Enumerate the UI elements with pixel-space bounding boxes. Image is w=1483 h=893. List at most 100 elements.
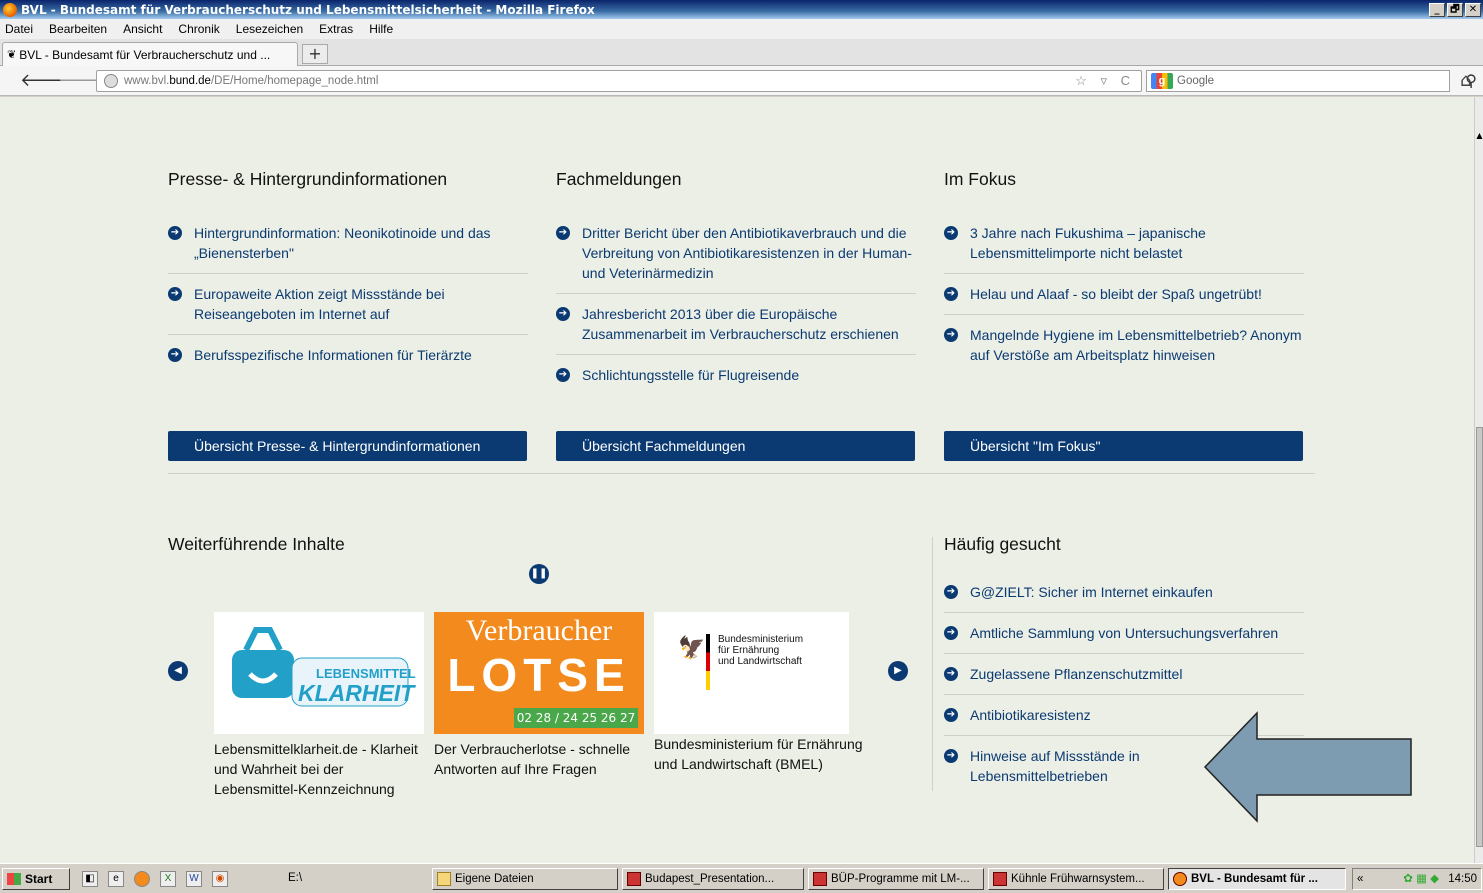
taskbar-budapest[interactable]: Budapest_Presentation... bbox=[622, 868, 804, 890]
menu-ansicht[interactable]: Ansicht bbox=[115, 22, 170, 36]
menu-lesezeichen[interactable]: Lesezeichen bbox=[228, 22, 311, 36]
column-title-fachmeldungen: Fachmeldungen bbox=[556, 169, 682, 189]
list-item[interactable]: ➔ Hintergrundinformation: Neonikotinoide … bbox=[168, 223, 528, 274]
taskbar-drive-e[interactable]: E:\ bbox=[258, 868, 430, 890]
start-button[interactable]: Start bbox=[2, 868, 70, 890]
list-presse: ➔ Hintergrundinformation: Neonikotinoide … bbox=[168, 223, 528, 385]
arrow-circle-icon: ➔ bbox=[944, 585, 958, 599]
minimize-button[interactable]: _ bbox=[1429, 2, 1445, 17]
navigation-bar: 🡐 🡒 www.bvl. bund.de/DE/Home/homepage_nod… bbox=[0, 66, 1483, 96]
favicon-eagle-icon: ❦ bbox=[7, 49, 17, 61]
window-title: BVL - Bundesamt für Verbraucherschutz un… bbox=[21, 2, 595, 17]
uebersicht-fachmeldungen-button[interactable]: Übersicht Fachmeldungen bbox=[556, 431, 915, 461]
maximize-button[interactable]: 🗗 bbox=[1447, 2, 1463, 17]
list-im-fokus: ➔ 3 Jahre nach Fukushima – japanische Leb… bbox=[944, 223, 1304, 385]
verbraucher-logo-text: Verbraucher bbox=[465, 614, 613, 647]
bmel-logo-text: Bundesministerium für Ernährung und Land… bbox=[718, 634, 804, 667]
teaser-bmel-image[interactable]: 🦅 Bundesministerium für Ernährung und La… bbox=[654, 612, 849, 734]
tab-label: BVL - Bundesamt für Verbraucherschutz un… bbox=[19, 47, 271, 62]
menu-extras[interactable]: Extras bbox=[311, 22, 361, 36]
uebersicht-presse-button[interactable]: Übersicht Presse- & Hintergrundinformati… bbox=[168, 431, 527, 461]
list-item[interactable]: ➔ Jahresbericht 2013 über die Europäische… bbox=[556, 304, 916, 355]
url-host: bund.de bbox=[169, 75, 211, 87]
phone-number-badge: 02 28 / 24 25 26 27 bbox=[514, 708, 638, 728]
scroll-up-icon[interactable]: ▲ bbox=[1475, 131, 1483, 140]
pdf-icon bbox=[813, 872, 827, 886]
german-flag-stripe bbox=[706, 634, 710, 690]
teaser-caption-verbraucherlotse[interactable]: Der Verbraucherlotse - schnelle Antworte… bbox=[434, 739, 644, 779]
quicklaunch-firefox-icon[interactable] bbox=[134, 871, 150, 887]
list-item[interactable]: ➔ Europaweite Aktion zeigt Missstände bei… bbox=[168, 284, 528, 335]
teaser-lebensmittelklarheit-image[interactable]: LEBENSMITTEL KLARHEIT bbox=[214, 612, 424, 734]
federal-eagle-icon: 🦅 bbox=[678, 636, 706, 661]
teaser-caption-lebensmittelklarheit[interactable]: Lebensmittelklarheit.de - Klarheit und W… bbox=[214, 739, 424, 799]
list-item[interactable]: ➔ Zugelassene Pflanzenschutzmittel bbox=[944, 664, 1304, 695]
klarheit-logo-text: KLARHEIT bbox=[298, 680, 415, 706]
teaser-caption-bmel[interactable]: Bundesministerium für Ernährung und Land… bbox=[654, 734, 864, 774]
globe-icon bbox=[104, 74, 118, 88]
scrollbar-thumb[interactable] bbox=[1476, 427, 1483, 847]
tray-icons[interactable]: ✿ ▦ ◆ bbox=[1403, 873, 1439, 885]
arrow-circle-icon: ➔ bbox=[168, 287, 182, 301]
taskbar-kuehnle[interactable]: Kühnle Frühwarnsystem... bbox=[988, 868, 1164, 890]
pdf-icon bbox=[993, 872, 1007, 886]
arrow-circle-icon: ➔ bbox=[168, 226, 182, 240]
windows-taskbar: Start ◧ e X W ◉ E:\ Eigene Dateien Budap… bbox=[0, 863, 1483, 893]
carousel-prev-icon[interactable]: ◀ bbox=[168, 661, 188, 681]
tab-bvl[interactable]: ❦ BVL - Bundesamt für Verbraucherschutz … bbox=[2, 42, 298, 66]
window-titlebar: BVL - Bundesamt für Verbraucherschutz un… bbox=[0, 0, 1483, 19]
arrow-circle-icon: ➔ bbox=[944, 328, 958, 342]
list-item[interactable]: ➔ Amtliche Sammlung von Untersuchungsverf… bbox=[944, 623, 1304, 654]
vertical-scrollbar[interactable]: ▲ bbox=[1474, 97, 1483, 863]
list-item[interactable]: ➔ G@ZIELT: Sicher im Internet einkaufen bbox=[944, 582, 1304, 613]
teaser-verbraucherlotse-image[interactable]: Verbraucher LOTSE 02 28 / 24 25 26 27 bbox=[434, 612, 644, 734]
search-placeholder: Google bbox=[1177, 75, 1215, 87]
home-icon[interactable]: ⌂ bbox=[1460, 70, 1471, 91]
menu-chronik[interactable]: Chronik bbox=[170, 22, 227, 36]
arrow-circle-icon: ➔ bbox=[556, 226, 570, 240]
quicklaunch-excel-icon[interactable]: X bbox=[160, 871, 176, 887]
arrow-circle-icon: ➔ bbox=[944, 667, 958, 681]
arrow-circle-icon: ➔ bbox=[944, 749, 958, 763]
page-viewport: Presse- & Hintergrundinformationen ➔ Hint… bbox=[0, 97, 1474, 863]
quicklaunch-word-icon[interactable]: W bbox=[186, 871, 202, 887]
list-item[interactable]: ➔ Berufsspezifische Informationen für Tie… bbox=[168, 345, 528, 375]
menu-bearbeiten[interactable]: Bearbeiten bbox=[41, 22, 115, 36]
taskbar-bvl-firefox[interactable]: BVL - Bundesamt für ... bbox=[1168, 868, 1346, 890]
arrow-circle-icon: ➔ bbox=[944, 626, 958, 640]
pdf-icon bbox=[627, 872, 641, 886]
menu-hilfe[interactable]: Hilfe bbox=[361, 22, 401, 36]
menu-datei[interactable]: Datei bbox=[0, 22, 41, 36]
folder-icon bbox=[437, 872, 451, 886]
pause-icon[interactable]: ❚❚ bbox=[529, 564, 549, 584]
arrow-circle-icon: ➔ bbox=[556, 307, 570, 321]
list-item[interactable]: ➔ Schlichtungsstelle für Flugreisende bbox=[556, 365, 916, 395]
tray-expand-icon[interactable]: « bbox=[1353, 869, 1363, 889]
uebersicht-im-fokus-button[interactable]: Übersicht "Im Fokus" bbox=[944, 431, 1303, 461]
arrow-circle-icon: ➔ bbox=[944, 226, 958, 240]
menu-bar: Datei Bearbeiten Ansicht Chronik Lesezei… bbox=[0, 19, 1483, 39]
firefox-icon bbox=[1173, 872, 1187, 886]
close-button[interactable]: ✕ bbox=[1465, 2, 1481, 17]
quicklaunch-ie-icon[interactable]: e bbox=[108, 871, 124, 887]
taskbar-eigene-dateien[interactable]: Eigene Dateien bbox=[432, 868, 618, 890]
search-bar[interactable]: g Google ⚲ bbox=[1146, 70, 1477, 92]
url-path: /DE/Home/homepage_node.html bbox=[210, 75, 379, 87]
google-icon[interactable]: g bbox=[1151, 73, 1173, 89]
url-tools[interactable]: ☆ ▿ C bbox=[1075, 73, 1135, 89]
list-item[interactable]: ➔ Dritter Bericht über den Antibiotikaver… bbox=[556, 223, 916, 294]
list-fachmeldungen: ➔ Dritter Bericht über den Antibiotikaver… bbox=[556, 223, 916, 405]
carousel-next-icon[interactable]: ▶ bbox=[888, 661, 908, 681]
quicklaunch-desktop-icon[interactable]: ◧ bbox=[82, 871, 98, 887]
vertical-divider bbox=[932, 537, 933, 791]
system-tray: « ✿ ▦ ◆ 14:50 bbox=[1352, 868, 1482, 890]
list-item[interactable]: ➔ Mangelnde Hygiene im Lebensmittelbetrie… bbox=[944, 325, 1304, 375]
firefox-icon bbox=[3, 2, 17, 17]
list-item[interactable]: ➔ 3 Jahre nach Fukushima – japanische Leb… bbox=[944, 223, 1304, 274]
column-title-presse: Presse- & Hintergrundinformationen bbox=[168, 169, 448, 189]
quicklaunch-powerpoint-icon[interactable]: ◉ bbox=[212, 871, 228, 887]
taskbar-buep[interactable]: BÜP-Programme mit LM-... bbox=[808, 868, 984, 890]
new-tab-button[interactable]: + bbox=[302, 44, 328, 64]
url-bar[interactable]: www.bvl. bund.de/DE/Home/homepage_node.ht… bbox=[96, 70, 1142, 92]
list-item[interactable]: ➔ Helau und Alaaf - so bleibt der Spaß un… bbox=[944, 284, 1304, 315]
